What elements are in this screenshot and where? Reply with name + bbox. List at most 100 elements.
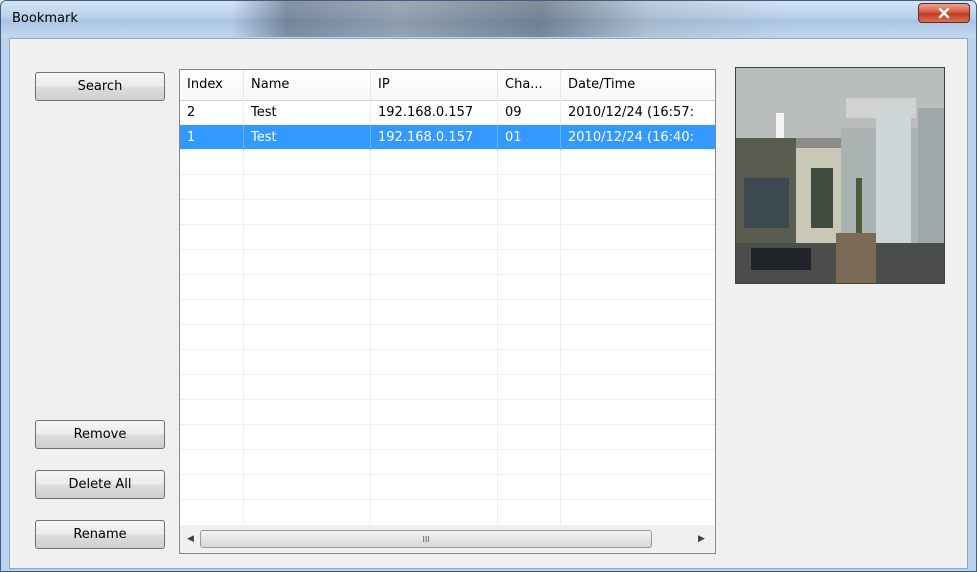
table-row xyxy=(180,300,715,325)
cell-datetime xyxy=(561,175,715,200)
cell-index xyxy=(180,225,244,250)
cell-datetime xyxy=(561,425,715,450)
cell-name xyxy=(244,375,371,400)
cell-index xyxy=(180,250,244,275)
cell-channel xyxy=(498,150,561,175)
cell-datetime xyxy=(561,300,715,325)
table-row xyxy=(180,200,715,225)
cell-datetime xyxy=(561,150,715,175)
table-row xyxy=(180,400,715,425)
table-row xyxy=(180,500,715,524)
cell-name xyxy=(244,200,371,225)
cell-ip xyxy=(371,400,498,425)
cell-index xyxy=(180,500,244,524)
cell-channel xyxy=(498,200,561,225)
cell-ip xyxy=(371,325,498,350)
table-row xyxy=(180,450,715,475)
cell-channel xyxy=(498,475,561,500)
cell-name xyxy=(244,300,371,325)
delete-all-button[interactable]: Delete All xyxy=(35,470,165,499)
bookmark-list[interactable]: Index Name IP Cha... Date/Time 2 Test 192.… xyxy=(179,69,716,554)
cell-ip xyxy=(371,150,498,175)
cell-ip xyxy=(371,250,498,275)
cell-datetime: 2010/12/24 (16:40: xyxy=(568,130,694,145)
cell-name xyxy=(244,350,371,375)
cell-index xyxy=(180,300,244,325)
cell-datetime xyxy=(561,250,715,275)
cell-name xyxy=(244,225,371,250)
cell-name xyxy=(244,500,371,524)
cell-ip xyxy=(371,300,498,325)
cell-index: 1 xyxy=(180,125,244,150)
cell-channel xyxy=(498,325,561,350)
rename-button[interactable]: Rename xyxy=(35,520,165,549)
column-header-index[interactable]: Index xyxy=(180,70,244,100)
column-header-datetime[interactable]: Date/Time xyxy=(561,70,715,100)
table-row xyxy=(180,225,715,250)
table-row xyxy=(180,250,715,275)
title-bar-glass xyxy=(231,1,791,37)
cell-channel xyxy=(498,175,561,200)
scroll-left-arrow-icon[interactable]: ◀ xyxy=(182,525,199,553)
list-header: Index Name IP Cha... Date/Time xyxy=(180,70,715,101)
cell-channel xyxy=(498,225,561,250)
horizontal-scrollbar[interactable]: ◀ III ▶ xyxy=(180,525,715,553)
cell-name: Test xyxy=(244,100,371,125)
cell-channel xyxy=(498,250,561,275)
table-row[interactable]: 2 Test 192.168.0.157 09 2010/12/24 (16:57: xyxy=(180,100,715,125)
cell-channel xyxy=(498,450,561,475)
cell-name xyxy=(244,275,371,300)
close-button[interactable] xyxy=(918,3,970,23)
cell-ip: 192.168.0.157 xyxy=(371,100,498,125)
table-row xyxy=(180,150,715,175)
list-body: 2 Test 192.168.0.157 09 2010/12/24 (16:57: 1 T… xyxy=(180,100,715,524)
table-row xyxy=(180,350,715,375)
cell-channel xyxy=(498,425,561,450)
cell-name xyxy=(244,450,371,475)
cell-ip: 192.168.0.157 xyxy=(371,125,498,150)
cell-datetime xyxy=(561,200,715,225)
table-row xyxy=(180,275,715,300)
cell-name xyxy=(244,250,371,275)
scrollbar-thumb[interactable]: III xyxy=(200,530,652,548)
cell-index xyxy=(180,425,244,450)
cell-ip xyxy=(371,275,498,300)
cell-name xyxy=(244,150,371,175)
remove-button[interactable]: Remove xyxy=(35,420,165,449)
cell-datetime xyxy=(561,400,715,425)
cell-datetime xyxy=(561,500,715,524)
cell-index xyxy=(180,475,244,500)
cell-ip xyxy=(371,375,498,400)
search-button[interactable]: Search xyxy=(35,72,165,101)
column-header-channel[interactable]: Cha... xyxy=(498,70,561,100)
table-row xyxy=(180,175,715,200)
cell-name xyxy=(244,325,371,350)
cell-ip xyxy=(371,175,498,200)
cell-datetime: 2010/12/24 (16:57: xyxy=(568,105,694,120)
scroll-right-arrow-icon[interactable]: ▶ xyxy=(693,525,710,553)
table-row[interactable]: 1 Test 192.168.0.157 01 2010/12/24 (16:40: xyxy=(180,125,715,150)
table-row xyxy=(180,475,715,500)
close-icon xyxy=(938,7,950,19)
cell-index xyxy=(180,350,244,375)
cell-index xyxy=(180,400,244,425)
cell-index xyxy=(180,375,244,400)
cell-datetime xyxy=(561,275,715,300)
title-bar[interactable]: Bookmark xyxy=(1,1,976,37)
cell-name xyxy=(244,175,371,200)
cell-ip xyxy=(371,450,498,475)
cell-index: 2 xyxy=(180,100,244,125)
window-title: Bookmark xyxy=(12,11,78,26)
column-header-name[interactable]: Name xyxy=(244,70,371,100)
cell-index xyxy=(180,275,244,300)
cell-channel xyxy=(498,300,561,325)
cell-name: Test xyxy=(244,125,371,150)
column-header-ip[interactable]: IP xyxy=(371,70,498,100)
cell-ip xyxy=(371,200,498,225)
cell-index xyxy=(180,325,244,350)
cell-ip xyxy=(371,500,498,524)
cell-index xyxy=(180,150,244,175)
cell-channel xyxy=(498,350,561,375)
cell-channel: 01 xyxy=(498,125,561,150)
scrollbar-grip-icon: III xyxy=(422,534,430,544)
